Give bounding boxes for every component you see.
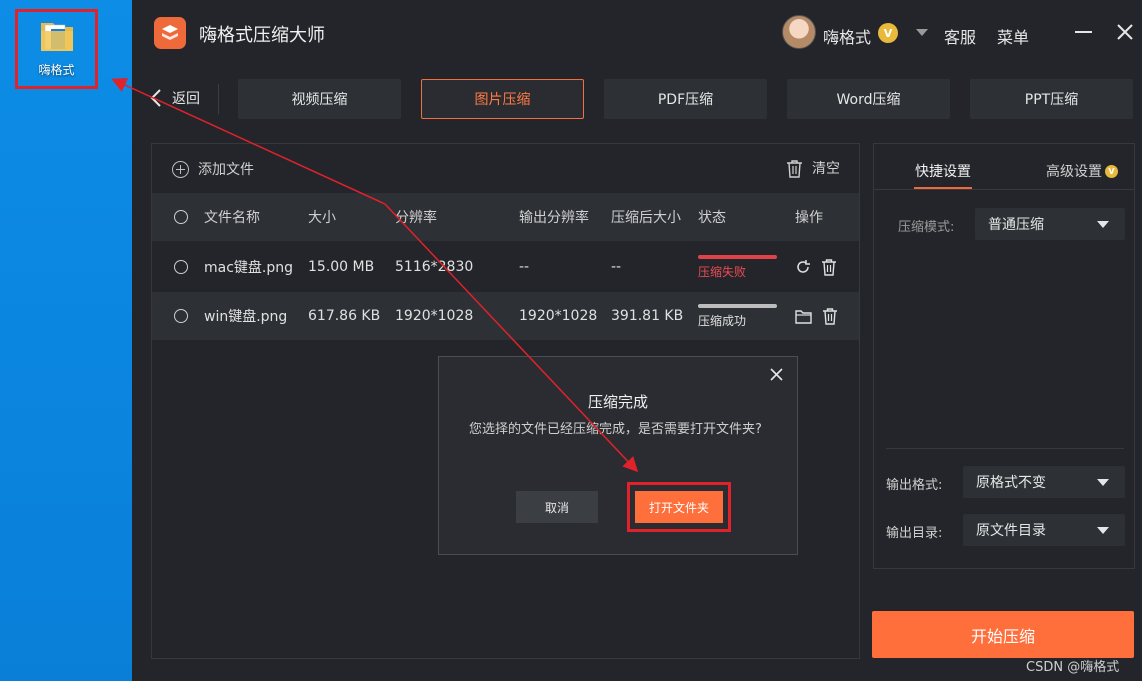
column-header-status: 状态 (698, 210, 726, 226)
file-size: 617.86 KB (308, 308, 381, 324)
folder-icon (40, 23, 73, 51)
add-circle-icon (172, 160, 189, 178)
back-button[interactable]: 返回 (150, 88, 200, 108)
dialog-message: 您选择的文件已经压缩完成，是否需要打开文件夹? (469, 422, 762, 437)
user-dropdown-caret-icon[interactable] (916, 29, 928, 36)
tab-ppt-compress[interactable]: PPT压缩 (970, 79, 1133, 119)
app-title: 嗨格式压缩大师 (199, 25, 325, 46)
clear-button[interactable]: 清空 (786, 158, 840, 178)
row-select-radio[interactable] (174, 260, 188, 274)
file-name: mac键盘.png (204, 260, 294, 276)
add-file-label: 添加文件 (198, 162, 254, 178)
compress-mode-select[interactable]: 普通压缩 (975, 208, 1125, 240)
status-text: 压缩成功 (698, 313, 747, 328)
minimize-icon[interactable] (1075, 31, 1092, 33)
table-header: 文件名称 大小 分辨率 输出分辨率 压缩后大小 状态 操作 (152, 193, 859, 241)
status-progress-bar (698, 303, 777, 308)
user-avatar[interactable] (782, 15, 816, 49)
compress-mode-value: 普通压缩 (988, 217, 1044, 233)
settings-tabs: 快捷设置 高级设置 V (874, 144, 1134, 190)
tab-pdf-compress[interactable]: PDF压缩 (604, 79, 767, 119)
back-label: 返回 (172, 91, 200, 107)
delete-icon[interactable] (822, 307, 838, 325)
tab-quick-settings[interactable]: 快捷设置 (915, 161, 971, 181)
title-bar: 嗨格式压缩大师 嗨格式 V 客服 菜单 (132, 0, 1142, 64)
output-format-label: 输出格式: (886, 478, 943, 493)
customer-service-button[interactable]: 客服 (944, 24, 976, 48)
compressed-size: -- (611, 259, 622, 275)
user-name[interactable]: 嗨格式 (823, 24, 871, 48)
menu-button[interactable]: 菜单 (997, 24, 1029, 48)
nav-divider (218, 84, 219, 114)
output-format-select[interactable]: 原格式不变 (963, 466, 1125, 498)
desktop-shortcut-haigeshi[interactable]: 嗨格式 (15, 9, 98, 89)
open-folder-button[interactable]: 打开文件夹 (635, 491, 723, 523)
tab-word-compress[interactable]: Word压缩 (787, 79, 950, 119)
table-row[interactable]: win键盘.png 617.86 KB 1920*1028 1920*1028 … (152, 292, 859, 340)
dropdown-arrow-icon (1097, 527, 1109, 534)
output-resolution: 1920*1028 (519, 308, 598, 324)
trash-icon (787, 159, 802, 178)
delete-icon[interactable] (821, 258, 837, 276)
column-header-actions: 操作 (795, 210, 823, 226)
select-all-radio[interactable] (174, 210, 188, 224)
open-folder-icon[interactable] (795, 309, 812, 324)
chevron-left-icon (150, 89, 161, 107)
settings-divider (886, 448, 1124, 449)
column-header-name: 文件名称 (204, 210, 260, 226)
clear-label: 清空 (812, 161, 840, 177)
file-size: 15.00 MB (308, 259, 375, 275)
column-header-output-resolution: 输出分辨率 (519, 210, 589, 226)
column-header-resolution: 分辨率 (395, 210, 437, 226)
watermark: CSDN @嗨格式 (1026, 660, 1120, 675)
close-window-icon[interactable] (1115, 22, 1135, 42)
cancel-button[interactable]: 取消 (516, 491, 598, 523)
output-resolution: -- (519, 259, 530, 275)
app-window: 嗨格式压缩大师 嗨格式 V 客服 菜单 返回 视频压缩 图片压缩 PDF压缩 W… (132, 0, 1142, 681)
add-file-button[interactable]: 添加文件 (172, 159, 254, 179)
output-dir-label: 输出目录: (886, 526, 943, 541)
vip-badge-icon: V (878, 23, 898, 43)
file-toolbar: 添加文件 清空 (152, 144, 859, 192)
desktop: 嗨格式 (0, 0, 132, 681)
annotation-highlight-box: 打开文件夹 (627, 482, 731, 532)
output-dir-value: 原文件目录 (976, 523, 1046, 539)
retry-icon[interactable] (795, 259, 811, 275)
compress-complete-dialog: 压缩完成 您选择的文件已经压缩完成，是否需要打开文件夹? 取消 打开文件夹 (438, 356, 798, 555)
tab-advanced-settings[interactable]: 高级设置 V (1046, 161, 1118, 181)
file-resolution: 5116*2830 (395, 259, 474, 275)
column-header-size: 大小 (308, 210, 336, 226)
file-name: win键盘.png (204, 309, 288, 325)
settings-panel: 快捷设置 高级设置 V 压缩模式: 普通压缩 输出格式: 原格式不变 输出目录:… (873, 143, 1135, 569)
app-logo-icon (154, 17, 186, 49)
start-compress-button[interactable]: 开始压缩 (872, 611, 1134, 658)
tab-image-compress[interactable]: 图片压缩 (421, 79, 584, 119)
close-icon[interactable] (769, 367, 784, 382)
row-select-radio[interactable] (174, 309, 188, 323)
desktop-shortcut-label: 嗨格式 (38, 63, 75, 77)
vip-badge-icon: V (1105, 164, 1118, 178)
status-progress-bar (698, 254, 777, 259)
tab-video-compress[interactable]: 视频压缩 (238, 79, 401, 119)
output-dir-select[interactable]: 原文件目录 (963, 514, 1125, 546)
compressed-size: 391.81 KB (611, 308, 684, 324)
table-row[interactable]: mac键盘.png 15.00 MB 5116*2830 -- -- 压缩失败 (152, 243, 859, 291)
status-text: 压缩失败 (698, 264, 747, 279)
dialog-title: 压缩完成 (587, 393, 648, 411)
output-format-value: 原格式不变 (976, 475, 1046, 491)
active-tab-underline (914, 187, 972, 189)
column-header-compressed-size: 压缩后大小 (611, 210, 681, 226)
tab-advanced-label: 高级设置 (1046, 164, 1102, 180)
file-resolution: 1920*1028 (395, 308, 474, 324)
compress-mode-label: 压缩模式: (898, 220, 955, 235)
dropdown-arrow-icon (1097, 221, 1109, 228)
dropdown-arrow-icon (1097, 479, 1109, 486)
